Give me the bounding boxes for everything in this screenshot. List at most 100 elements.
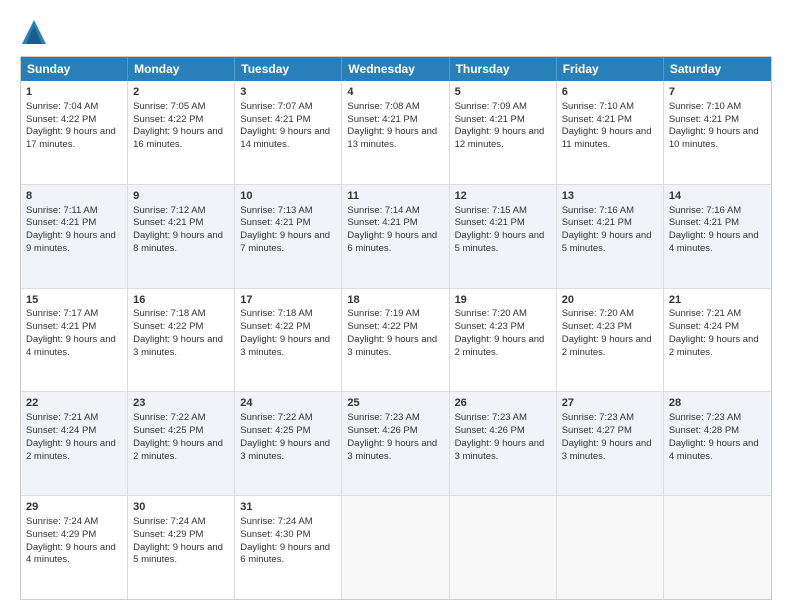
day-info: Sunrise: 7:18 AM Sunset: 4:22 PM Dayligh…	[240, 308, 330, 357]
day-info: Sunrise: 7:24 AM Sunset: 4:30 PM Dayligh…	[240, 516, 330, 565]
day-number: 17	[240, 293, 336, 308]
day-number: 30	[133, 500, 229, 515]
calendar-header-cell: Saturday	[664, 57, 771, 81]
calendar-cell	[664, 496, 771, 599]
day-info: Sunrise: 7:17 AM Sunset: 4:21 PM Dayligh…	[26, 308, 116, 357]
calendar-cell: 25Sunrise: 7:23 AM Sunset: 4:26 PM Dayli…	[342, 392, 449, 495]
day-info: Sunrise: 7:16 AM Sunset: 4:21 PM Dayligh…	[562, 205, 652, 254]
day-info: Sunrise: 7:05 AM Sunset: 4:22 PM Dayligh…	[133, 101, 223, 150]
day-number: 4	[347, 85, 443, 100]
day-number: 12	[455, 189, 551, 204]
calendar-row: 22Sunrise: 7:21 AM Sunset: 4:24 PM Dayli…	[21, 392, 771, 496]
day-info: Sunrise: 7:20 AM Sunset: 4:23 PM Dayligh…	[562, 308, 652, 357]
calendar-cell	[342, 496, 449, 599]
calendar-cell: 31Sunrise: 7:24 AM Sunset: 4:30 PM Dayli…	[235, 496, 342, 599]
calendar-header: SundayMondayTuesdayWednesdayThursdayFrid…	[21, 57, 771, 81]
calendar-cell: 7Sunrise: 7:10 AM Sunset: 4:21 PM Daylig…	[664, 81, 771, 184]
calendar-cell: 14Sunrise: 7:16 AM Sunset: 4:21 PM Dayli…	[664, 185, 771, 288]
day-info: Sunrise: 7:22 AM Sunset: 4:25 PM Dayligh…	[240, 412, 330, 461]
day-info: Sunrise: 7:19 AM Sunset: 4:22 PM Dayligh…	[347, 308, 437, 357]
calendar-cell: 28Sunrise: 7:23 AM Sunset: 4:28 PM Dayli…	[664, 392, 771, 495]
day-info: Sunrise: 7:23 AM Sunset: 4:26 PM Dayligh…	[455, 412, 545, 461]
day-info: Sunrise: 7:23 AM Sunset: 4:26 PM Dayligh…	[347, 412, 437, 461]
calendar-header-cell: Friday	[557, 57, 664, 81]
calendar-header-cell: Monday	[128, 57, 235, 81]
day-number: 23	[133, 396, 229, 411]
day-number: 7	[669, 85, 766, 100]
day-info: Sunrise: 7:07 AM Sunset: 4:21 PM Dayligh…	[240, 101, 330, 150]
day-info: Sunrise: 7:04 AM Sunset: 4:22 PM Dayligh…	[26, 101, 116, 150]
day-info: Sunrise: 7:16 AM Sunset: 4:21 PM Dayligh…	[669, 205, 759, 254]
day-info: Sunrise: 7:10 AM Sunset: 4:21 PM Dayligh…	[562, 101, 652, 150]
day-number: 24	[240, 396, 336, 411]
calendar-cell: 18Sunrise: 7:19 AM Sunset: 4:22 PM Dayli…	[342, 289, 449, 392]
day-number: 26	[455, 396, 551, 411]
logo-icon	[20, 18, 48, 46]
day-number: 14	[669, 189, 766, 204]
day-number: 25	[347, 396, 443, 411]
day-number: 9	[133, 189, 229, 204]
page: SundayMondayTuesdayWednesdayThursdayFrid…	[0, 0, 792, 612]
day-info: Sunrise: 7:23 AM Sunset: 4:28 PM Dayligh…	[669, 412, 759, 461]
calendar-cell: 19Sunrise: 7:20 AM Sunset: 4:23 PM Dayli…	[450, 289, 557, 392]
day-number: 22	[26, 396, 122, 411]
calendar-cell: 24Sunrise: 7:22 AM Sunset: 4:25 PM Dayli…	[235, 392, 342, 495]
logo	[20, 18, 52, 46]
calendar-cell: 16Sunrise: 7:18 AM Sunset: 4:22 PM Dayli…	[128, 289, 235, 392]
calendar-cell	[557, 496, 664, 599]
day-info: Sunrise: 7:21 AM Sunset: 4:24 PM Dayligh…	[26, 412, 116, 461]
day-info: Sunrise: 7:21 AM Sunset: 4:24 PM Dayligh…	[669, 308, 759, 357]
day-info: Sunrise: 7:09 AM Sunset: 4:21 PM Dayligh…	[455, 101, 545, 150]
calendar-cell: 13Sunrise: 7:16 AM Sunset: 4:21 PM Dayli…	[557, 185, 664, 288]
calendar-header-cell: Wednesday	[342, 57, 449, 81]
day-info: Sunrise: 7:23 AM Sunset: 4:27 PM Dayligh…	[562, 412, 652, 461]
header	[20, 18, 772, 46]
calendar-cell: 8Sunrise: 7:11 AM Sunset: 4:21 PM Daylig…	[21, 185, 128, 288]
calendar-cell: 20Sunrise: 7:20 AM Sunset: 4:23 PM Dayli…	[557, 289, 664, 392]
calendar-cell: 26Sunrise: 7:23 AM Sunset: 4:26 PM Dayli…	[450, 392, 557, 495]
day-number: 3	[240, 85, 336, 100]
calendar-cell: 17Sunrise: 7:18 AM Sunset: 4:22 PM Dayli…	[235, 289, 342, 392]
day-info: Sunrise: 7:12 AM Sunset: 4:21 PM Dayligh…	[133, 205, 223, 254]
calendar-cell: 29Sunrise: 7:24 AM Sunset: 4:29 PM Dayli…	[21, 496, 128, 599]
day-number: 11	[347, 189, 443, 204]
day-number: 19	[455, 293, 551, 308]
calendar-cell: 4Sunrise: 7:08 AM Sunset: 4:21 PM Daylig…	[342, 81, 449, 184]
day-info: Sunrise: 7:18 AM Sunset: 4:22 PM Dayligh…	[133, 308, 223, 357]
calendar-cell: 5Sunrise: 7:09 AM Sunset: 4:21 PM Daylig…	[450, 81, 557, 184]
calendar-header-cell: Tuesday	[235, 57, 342, 81]
day-number: 8	[26, 189, 122, 204]
calendar-cell: 3Sunrise: 7:07 AM Sunset: 4:21 PM Daylig…	[235, 81, 342, 184]
calendar-cell	[450, 496, 557, 599]
day-number: 31	[240, 500, 336, 515]
day-info: Sunrise: 7:15 AM Sunset: 4:21 PM Dayligh…	[455, 205, 545, 254]
day-number: 1	[26, 85, 122, 100]
calendar-cell: 6Sunrise: 7:10 AM Sunset: 4:21 PM Daylig…	[557, 81, 664, 184]
day-number: 28	[669, 396, 766, 411]
calendar-cell: 22Sunrise: 7:21 AM Sunset: 4:24 PM Dayli…	[21, 392, 128, 495]
day-number: 13	[562, 189, 658, 204]
calendar-body: 1Sunrise: 7:04 AM Sunset: 4:22 PM Daylig…	[21, 81, 771, 599]
day-info: Sunrise: 7:22 AM Sunset: 4:25 PM Dayligh…	[133, 412, 223, 461]
day-number: 10	[240, 189, 336, 204]
day-number: 27	[562, 396, 658, 411]
calendar-cell: 10Sunrise: 7:13 AM Sunset: 4:21 PM Dayli…	[235, 185, 342, 288]
calendar-cell: 30Sunrise: 7:24 AM Sunset: 4:29 PM Dayli…	[128, 496, 235, 599]
day-number: 2	[133, 85, 229, 100]
day-number: 15	[26, 293, 122, 308]
day-number: 29	[26, 500, 122, 515]
calendar-cell: 23Sunrise: 7:22 AM Sunset: 4:25 PM Dayli…	[128, 392, 235, 495]
day-number: 20	[562, 293, 658, 308]
calendar-cell: 21Sunrise: 7:21 AM Sunset: 4:24 PM Dayli…	[664, 289, 771, 392]
calendar-cell: 1Sunrise: 7:04 AM Sunset: 4:22 PM Daylig…	[21, 81, 128, 184]
day-number: 21	[669, 293, 766, 308]
calendar-row: 29Sunrise: 7:24 AM Sunset: 4:29 PM Dayli…	[21, 496, 771, 599]
calendar-cell: 27Sunrise: 7:23 AM Sunset: 4:27 PM Dayli…	[557, 392, 664, 495]
day-info: Sunrise: 7:24 AM Sunset: 4:29 PM Dayligh…	[26, 516, 116, 565]
day-info: Sunrise: 7:13 AM Sunset: 4:21 PM Dayligh…	[240, 205, 330, 254]
calendar-row: 1Sunrise: 7:04 AM Sunset: 4:22 PM Daylig…	[21, 81, 771, 185]
day-info: Sunrise: 7:08 AM Sunset: 4:21 PM Dayligh…	[347, 101, 437, 150]
calendar-row: 15Sunrise: 7:17 AM Sunset: 4:21 PM Dayli…	[21, 289, 771, 393]
calendar-cell: 15Sunrise: 7:17 AM Sunset: 4:21 PM Dayli…	[21, 289, 128, 392]
calendar-cell: 11Sunrise: 7:14 AM Sunset: 4:21 PM Dayli…	[342, 185, 449, 288]
